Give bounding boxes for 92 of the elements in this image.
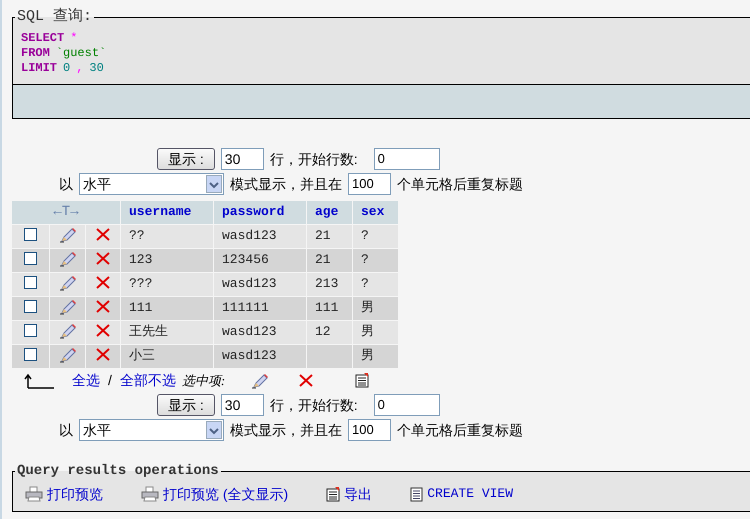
operation-link[interactable]: 打印预览 — [25, 484, 103, 504]
with-selected-label: 选中项: — [182, 372, 226, 390]
row-checkbox[interactable] — [24, 252, 37, 266]
sql-token: SELECT — [21, 30, 64, 46]
table-cell: 111 — [315, 300, 338, 316]
sql-token: `guest` — [56, 46, 106, 60]
mode-prefix-label: 以 — [59, 420, 73, 440]
export-document-icon[interactable] — [355, 373, 370, 388]
column-header[interactable]: password — [214, 200, 306, 224]
mode-select[interactable]: 水平 — [79, 173, 224, 195]
sql-token: , — [76, 60, 84, 76]
start-row-input[interactable]: 0 — [374, 394, 440, 416]
column-header[interactable]: age — [307, 200, 352, 224]
uncheck-all-link[interactable]: 全部不选 — [120, 370, 176, 391]
column-header[interactable]: sex — [353, 200, 398, 224]
edit-pencil-icon[interactable] — [58, 298, 76, 315]
up-arrow-icon — [24, 372, 54, 388]
table-cell: 21 — [315, 252, 331, 268]
sql-token: 30 — [89, 60, 104, 76]
table-cell: wasd123 — [222, 276, 277, 292]
table-cell: wasd123 — [222, 348, 277, 364]
table-cell: 123 — [129, 252, 152, 268]
row-checkbox[interactable] — [24, 300, 37, 314]
delete-icon[interactable] — [96, 324, 110, 338]
row-checkbox[interactable] — [24, 228, 37, 242]
table-cell: 男 — [361, 324, 374, 340]
table-cell: 21 — [315, 228, 331, 244]
show-button[interactable]: 显示 : — [157, 394, 215, 416]
repeat-label: 个单元格后重复标题 — [397, 420, 523, 440]
rows-input[interactable]: 30 — [220, 394, 264, 416]
delete-icon[interactable] — [96, 276, 110, 290]
table-cell: 男 — [361, 300, 374, 316]
start-row-input[interactable]: 0 — [374, 148, 440, 170]
table-cell: 12 — [315, 324, 331, 340]
separator: / — [108, 371, 112, 390]
operation-link[interactable]: 导出 — [326, 484, 372, 504]
table-cell: ? — [361, 276, 369, 292]
delete-icon[interactable] — [96, 300, 110, 314]
table-cell: 王先生 — [129, 324, 168, 340]
edit-pencil-icon[interactable] — [58, 274, 76, 291]
printer-icon — [141, 486, 159, 502]
mode-select[interactable]: 水平 — [79, 419, 224, 441]
dropdown-caret-icon — [206, 421, 222, 439]
mode-prefix-label: 以 — [59, 174, 73, 194]
repeat-header-input[interactable]: 100 — [348, 419, 391, 441]
table-cell: 男 — [361, 348, 374, 364]
edit-pencil-icon[interactable] — [58, 346, 76, 363]
rows-label: 行，开始行数: — [270, 396, 358, 414]
table-cell: 213 — [315, 276, 338, 292]
show-button[interactable]: 显示 : — [157, 148, 215, 170]
dropdown-caret-icon — [206, 175, 222, 193]
table-cell: wasd123 — [222, 324, 277, 340]
column-header[interactable]: username — [121, 200, 213, 224]
delete-icon[interactable] — [96, 228, 110, 242]
rows-input[interactable]: 30 — [220, 148, 264, 170]
table-cell: 111 — [129, 300, 152, 316]
table-cell: ? — [361, 228, 369, 244]
repeat-label: 个单元格后重复标题 — [397, 174, 523, 194]
delete-icon[interactable] — [96, 252, 110, 266]
mode-label: 模式显示，并且在 — [230, 420, 342, 440]
sql-token: LIMIT — [21, 60, 58, 76]
edit-pencil-icon[interactable] — [58, 226, 76, 243]
table-cell: wasd123 — [222, 228, 277, 244]
panel-legend: SQL 查询: — [15, 6, 94, 28]
edit-pencil-icon[interactable] — [58, 322, 76, 339]
row-checkbox[interactable] — [24, 348, 37, 362]
operation-link[interactable]: 打印预览 (全文显示) — [141, 484, 288, 504]
sql-token: * — [70, 30, 78, 46]
document-icon — [410, 486, 424, 502]
table-cell: ??? — [129, 276, 152, 292]
row-checkbox[interactable] — [24, 324, 37, 338]
edit-pencil-icon[interactable] — [251, 372, 270, 388]
operation-link[interactable]: CREATE VIEW — [410, 484, 514, 504]
mode-label: 模式显示，并且在 — [230, 174, 342, 194]
table-cell: ? — [361, 252, 369, 268]
table-cell: 111111 — [222, 300, 269, 316]
delete-icon[interactable] — [96, 348, 110, 362]
sql-token: 0 — [63, 60, 70, 76]
edit-pencil-icon[interactable] — [58, 250, 76, 267]
delete-icon[interactable] — [299, 374, 314, 387]
table-cell: 小三 — [129, 348, 155, 364]
panel-legend: Query results operations — [15, 460, 221, 482]
sql-token: FROM — [21, 46, 50, 60]
row-checkbox[interactable] — [24, 276, 37, 290]
check-all-link[interactable]: 全选 — [72, 370, 100, 391]
table-cell: ?? — [129, 228, 145, 244]
export-document-icon — [326, 486, 340, 502]
column-arrows-header: ←T→ — [12, 200, 120, 224]
rows-label: 行，开始行数: — [270, 150, 358, 168]
printer-icon — [25, 486, 43, 502]
repeat-header-input[interactable]: 100 — [348, 173, 391, 195]
table-cell: 123456 — [222, 252, 269, 268]
